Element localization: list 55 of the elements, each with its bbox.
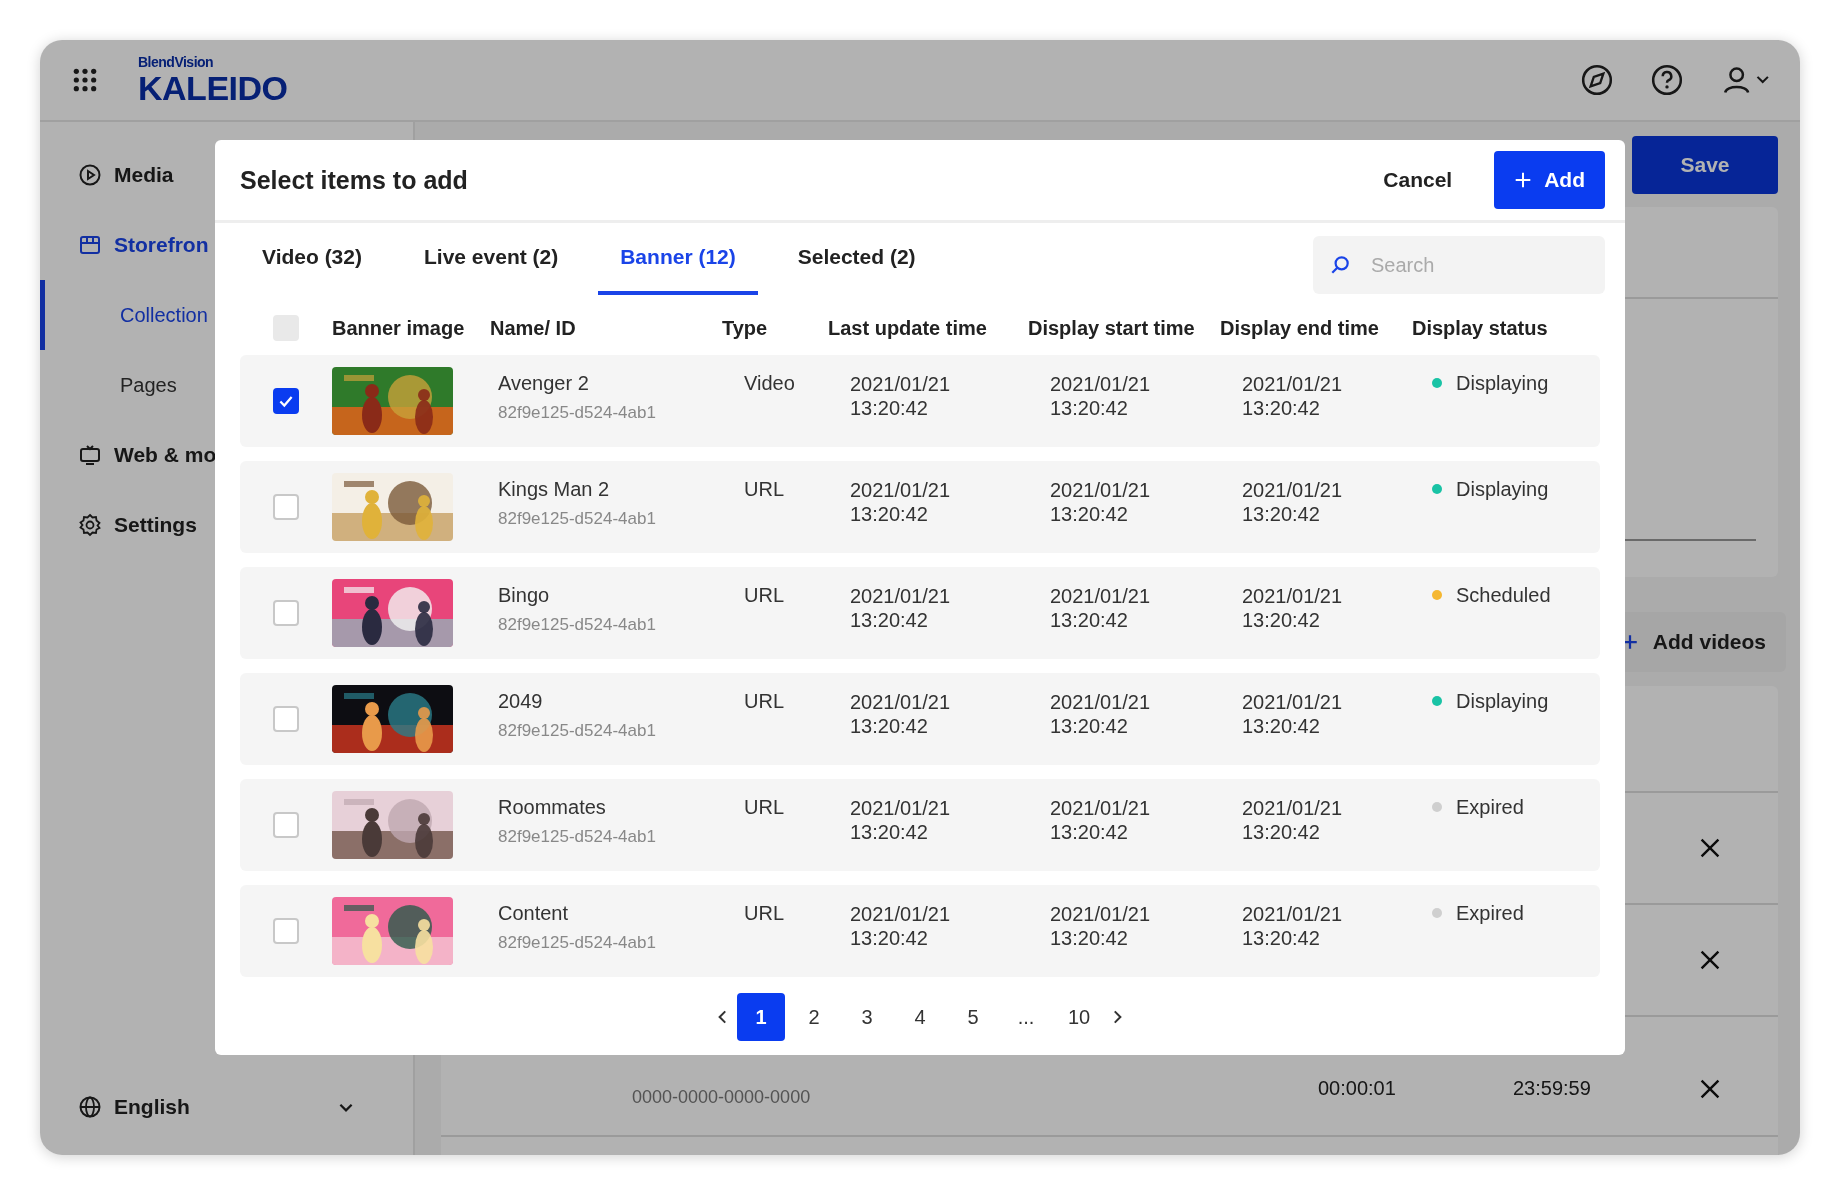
table-cell-text: URL xyxy=(743,477,785,502)
table-cell-text: 2021/01/21 13:20:42 xyxy=(1241,478,1344,527)
item-name: Kings Man 2 xyxy=(498,478,611,501)
item-name: Avenger 2 xyxy=(498,372,590,395)
item-name: 2049 xyxy=(498,690,544,713)
table-cell-text: 2021/01/21 13:20:42 xyxy=(1049,796,1152,845)
column-header: Display end time xyxy=(1220,316,1380,340)
column-header: Name/ ID xyxy=(490,316,577,340)
item-id: 82f9e125-d524-4ab1 xyxy=(498,615,657,635)
table-cell-text: URL xyxy=(743,689,785,714)
item-id: 82f9e125-d524-4ab1 xyxy=(498,827,657,847)
item-id: 82f9e125-d524-4ab1 xyxy=(498,933,657,953)
table-cell-text: URL xyxy=(743,583,785,608)
item-name: Roommates xyxy=(498,796,607,819)
table-cell-text: 2021/01/21 13:20:42 xyxy=(849,584,952,633)
status-text: Displaying xyxy=(1456,478,1549,501)
table-cell-text: 2021/01/21 13:20:42 xyxy=(1241,584,1344,633)
table-cell-text: 2021/01/21 13:20:42 xyxy=(849,690,952,739)
item-id: 82f9e125-d524-4ab1 xyxy=(498,509,657,529)
status-text: Scheduled xyxy=(1456,584,1551,607)
item-id: 82f9e125-d524-4ab1 xyxy=(498,721,657,741)
column-header: Banner image xyxy=(332,316,466,340)
column-header: Display status xyxy=(1412,316,1549,340)
column-header: Type xyxy=(722,316,769,340)
product-logo: KALEIDO xyxy=(138,71,288,105)
status-text: Displaying xyxy=(1456,372,1549,395)
table-cell-text: 2021/01/21 13:20:42 xyxy=(1049,372,1152,421)
table-cell-text: 2021/01/21 13:20:42 xyxy=(1241,902,1344,951)
table-cell-text: URL xyxy=(743,901,785,926)
table-cell-text: 2021/01/21 13:20:42 xyxy=(1049,478,1152,527)
table-cell-text: 2021/01/21 13:20:42 xyxy=(849,372,952,421)
table-cell-text: 2021/01/21 13:20:42 xyxy=(1049,690,1152,739)
item-name: Bingo xyxy=(498,584,551,607)
brand-name: BlendVision xyxy=(138,55,215,69)
table-cell-text: 2021/01/21 13:20:42 xyxy=(849,902,952,951)
table-cell-text: 2021/01/21 13:20:42 xyxy=(1241,690,1344,739)
table-cell-text: 2021/01/21 13:20:42 xyxy=(1049,902,1152,951)
table-cell-text: 2021/01/21 13:20:42 xyxy=(1049,584,1152,633)
table-cell-text: 2021/01/21 13:20:42 xyxy=(1241,796,1344,845)
table-cell-text: Video xyxy=(743,371,796,396)
status-text: Displaying xyxy=(1456,690,1549,713)
column-header: Display start time xyxy=(1028,316,1196,340)
table-cell-text: 0000-0000-0000-0000 xyxy=(632,1086,812,1108)
item-id: 82f9e125-d524-4ab1 xyxy=(498,403,657,423)
table-cell-text: 2021/01/21 13:20:42 xyxy=(1241,372,1344,421)
item-name: Content xyxy=(498,902,570,925)
table-cell-text: URL xyxy=(743,795,785,820)
table-cell-text: 00:00:01 xyxy=(1318,1077,1397,1100)
table-cell-text: 2021/01/21 13:20:42 xyxy=(849,478,952,527)
dialog-title: Select items to add xyxy=(240,165,468,195)
table-cell-text: 2021/01/21 13:20:42 xyxy=(849,796,952,845)
table-cell-text: 23:59:59 xyxy=(1513,1077,1592,1100)
status-text: Expired xyxy=(1456,902,1524,925)
column-header: Last update time xyxy=(828,316,988,340)
status-text: Expired xyxy=(1456,796,1524,819)
